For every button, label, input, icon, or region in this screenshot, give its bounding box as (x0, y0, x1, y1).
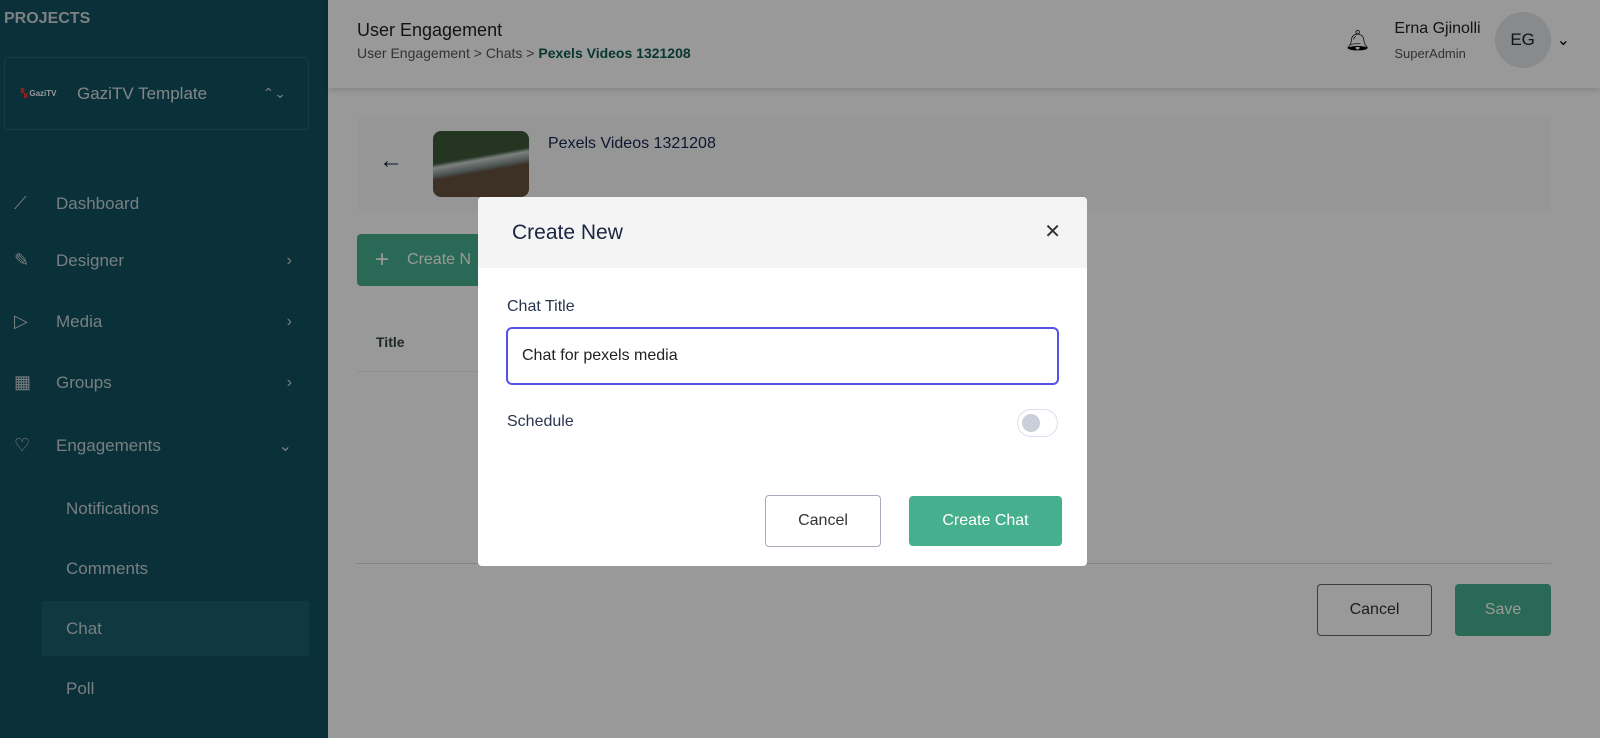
schedule-label: Schedule (507, 413, 574, 430)
chat-title-input[interactable] (506, 327, 1059, 385)
modal-cancel-button[interactable]: Cancel (765, 495, 881, 547)
chat-title-label: Chat Title (507, 298, 575, 315)
create-chat-modal: Create New ✕ Chat Title Schedule Cancel C… (478, 197, 1087, 566)
close-icon[interactable]: ✕ (1044, 219, 1061, 244)
modal-title: Create New (512, 220, 623, 244)
schedule-toggle[interactable] (1017, 409, 1058, 437)
create-chat-button[interactable]: Create Chat (909, 496, 1062, 546)
